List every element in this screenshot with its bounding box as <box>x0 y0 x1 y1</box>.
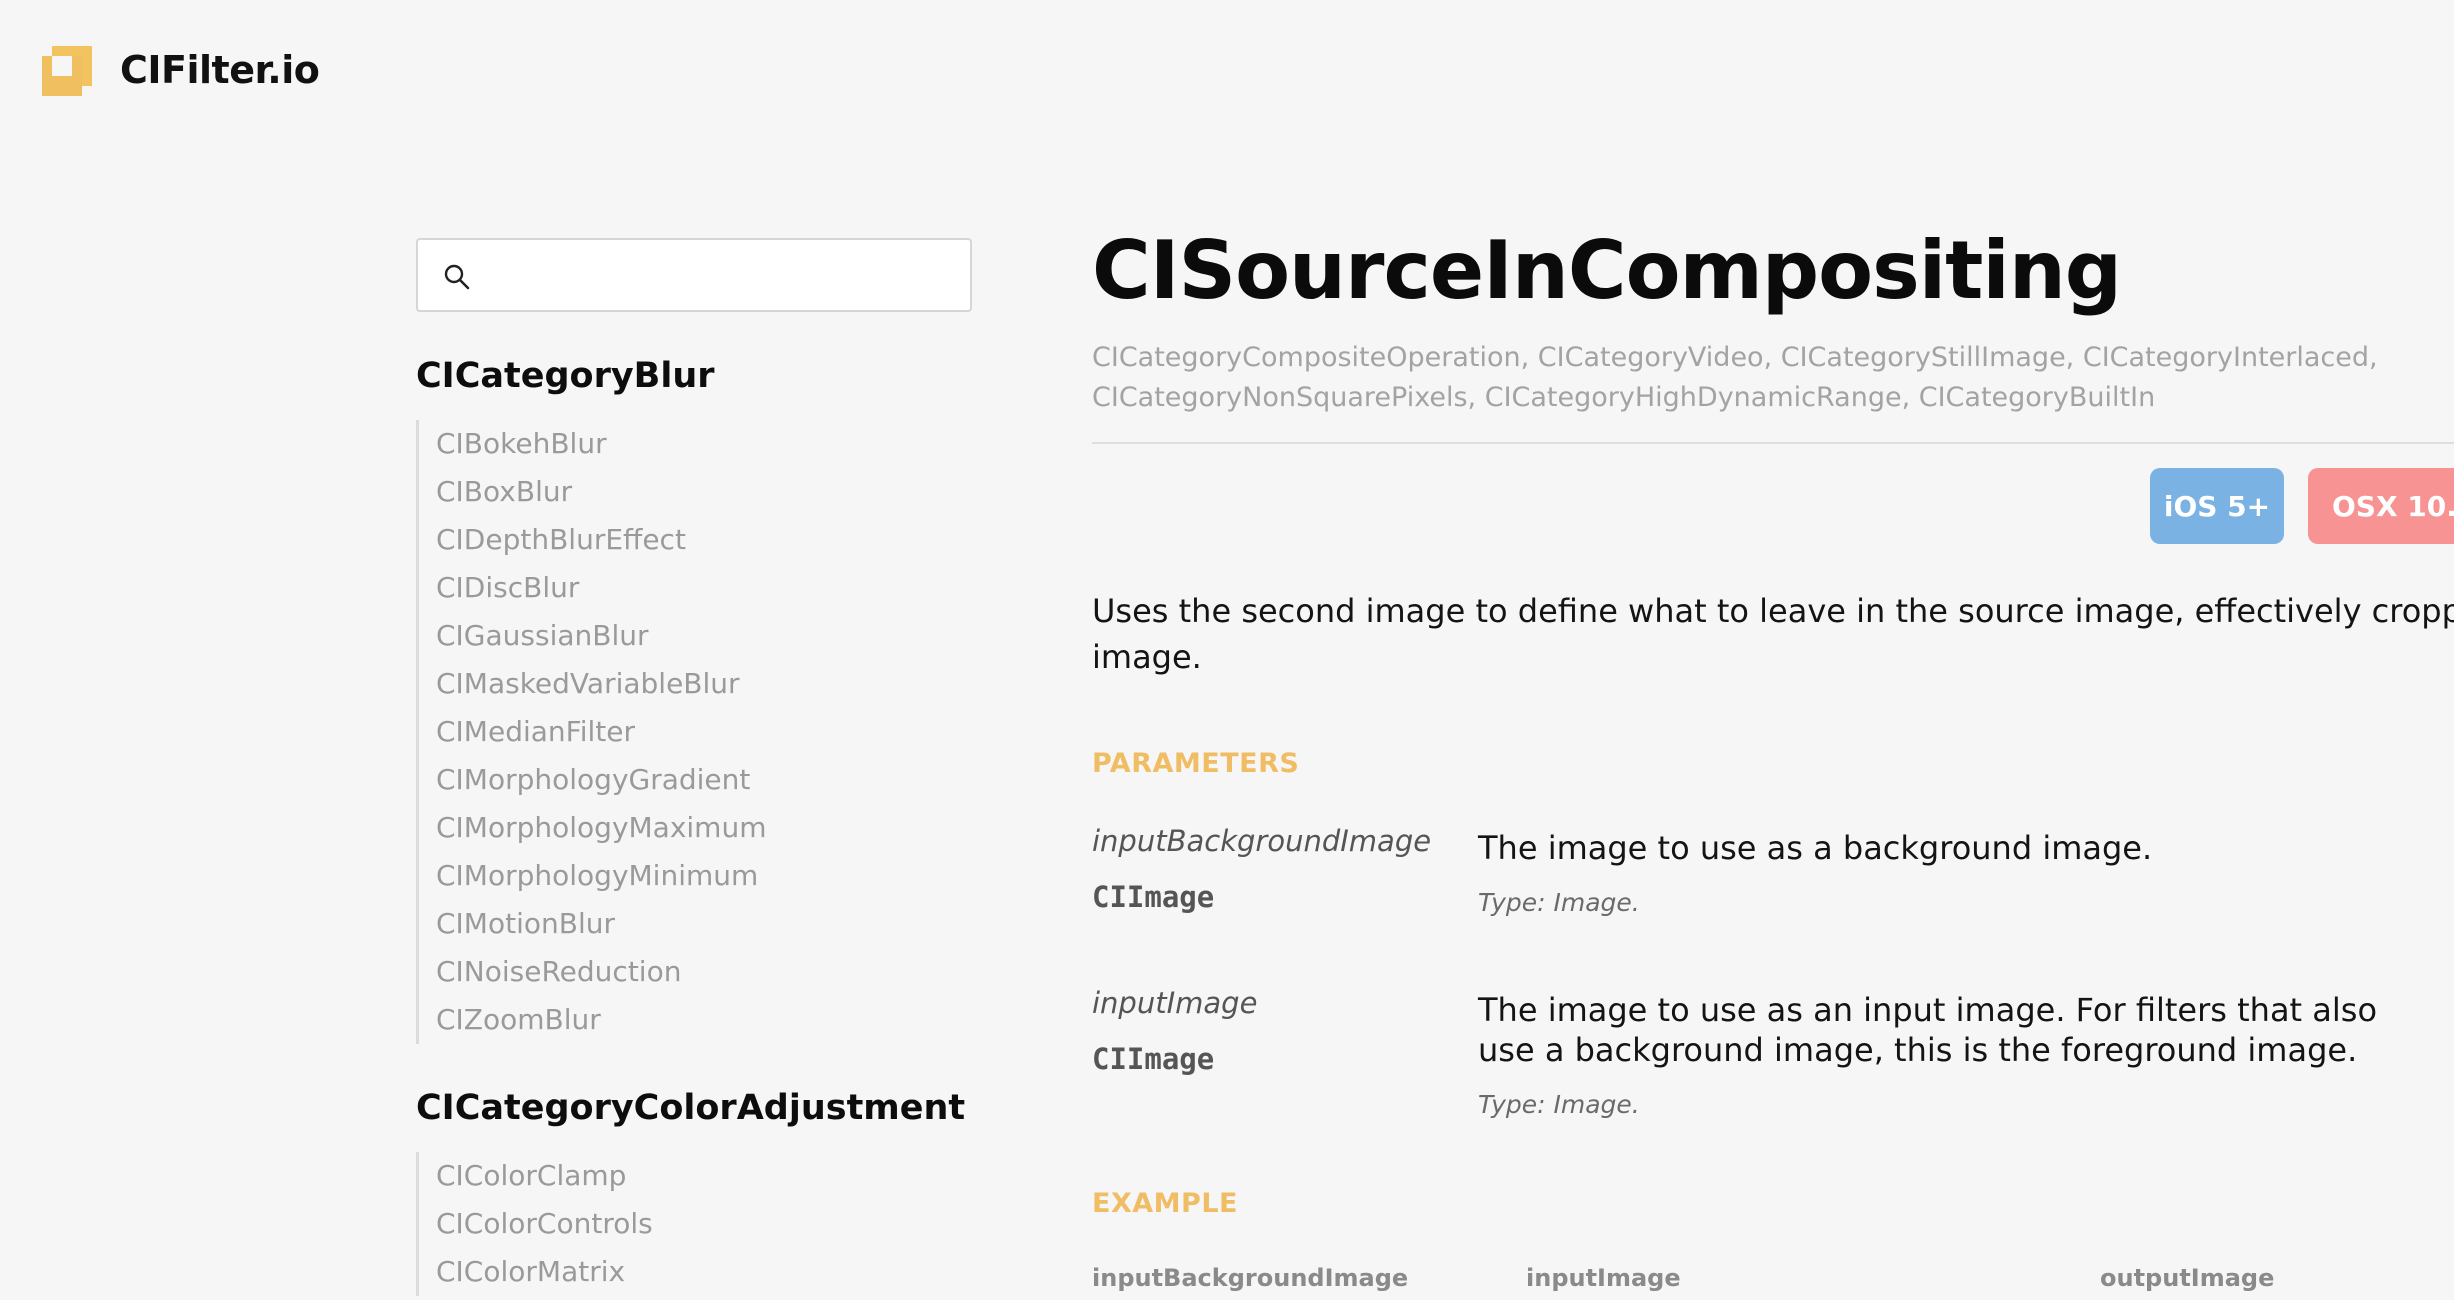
category-title-blur[interactable]: CICategoryBlur <box>416 356 715 396</box>
sidebar-item-color-clamp[interactable]: CIColorClamp <box>436 1152 653 1200</box>
sidebar-item-box-blur[interactable]: CIBoxBlur <box>436 468 766 516</box>
param-type: CIImage <box>1092 880 1215 914</box>
filter-categories-line-1: CICategoryCompositeOperation, CICategory… <box>1092 342 2378 373</box>
sidebar-item-zoom-blur[interactable]: CIZoomBlur <box>436 996 766 1044</box>
filter-description-line-1: Uses the second image to define what to … <box>1092 592 2454 630</box>
sidebar-item-morphology-maximum[interactable]: CIMorphologyMaximum <box>436 804 766 852</box>
search-input[interactable] <box>416 238 972 312</box>
sidebar-item-morphology-gradient[interactable]: CIMorphologyGradient <box>436 756 766 804</box>
cifilter-logo-icon <box>42 46 94 96</box>
sidebar-item-masked-variable-blur[interactable]: CIMaskedVariableBlur <box>436 660 766 708</box>
osx-availability-badge: OSX 10.4 <box>2308 468 2454 544</box>
example-column-input-background-image: inputBackgroundImage <box>1092 1264 1409 1292</box>
filter-description: Uses the second image to define what to … <box>1092 588 2454 680</box>
example-heading: EXAMPLE <box>1092 1188 1238 1219</box>
param-type-note: Type: Image. <box>1478 1090 1640 1119</box>
filter-categories-line-2: CICategoryNonSquarePixels, CICategoryHig… <box>1092 382 2156 413</box>
category-list-color-adjustment: CIColorClamp CIColorControls CIColorMatr… <box>416 1152 653 1296</box>
param-description: The image to use as an input image. For … <box>1478 991 2378 1069</box>
example-column-output-image: outputImage <box>2100 1264 2275 1292</box>
sidebar-item-morphology-minimum[interactable]: CIMorphologyMinimum <box>436 852 766 900</box>
sidebar-item-disc-blur[interactable]: CIDiscBlur <box>436 564 766 612</box>
sidebar-item-color-controls[interactable]: CIColorControls <box>436 1200 653 1248</box>
search-icon <box>444 264 470 290</box>
sidebar-item-median-filter[interactable]: CIMedianFilter <box>436 708 766 756</box>
divider <box>1092 442 2454 444</box>
ios-availability-badge: iOS 5+ <box>2150 468 2284 544</box>
sidebar-item-depth-blur-effect[interactable]: CIDepthBlurEffect <box>436 516 766 564</box>
param-type: CIImage <box>1092 1042 1215 1076</box>
sidebar-item-noise-reduction[interactable]: CINoiseReduction <box>436 948 766 996</box>
sidebar-item-color-matrix[interactable]: CIColorMatrix <box>436 1248 653 1296</box>
category-list-blur: CIBokehBlur CIBoxBlur CIDepthBlurEffect … <box>416 420 766 1044</box>
param-type-note: Type: Image. <box>1478 888 1640 917</box>
sidebar-item-gaussian-blur[interactable]: CIGaussianBlur <box>436 612 766 660</box>
param-name: inputImage <box>1092 986 1258 1020</box>
sidebar-item-bokeh-blur[interactable]: CIBokehBlur <box>436 420 766 468</box>
filter-detail: CISourceInCompositing CICategoryComposit… <box>1092 0 2454 1300</box>
logo-text: CIFilter.io <box>120 48 320 92</box>
page: CIFilter.io CICategoryBlur CIBokehBlur C… <box>0 0 2454 1300</box>
site-logo[interactable]: CIFilter.io <box>42 46 320 96</box>
filter-categories: CICategoryCompositeOperation, CICategory… <box>1092 338 2432 418</box>
example-column-input-image: inputImage <box>1526 1264 1681 1292</box>
filter-title: CISourceInCompositing <box>1092 224 2122 317</box>
category-title-color-adjustment[interactable]: CICategoryColorAdjustment <box>416 1088 965 1128</box>
param-description: The image to use as a background image. <box>1478 829 2153 867</box>
parameters-heading: PARAMETERS <box>1092 748 1300 779</box>
param-name: inputBackgroundImage <box>1092 824 1432 858</box>
sidebar-item-motion-blur[interactable]: CIMotionBlur <box>436 900 766 948</box>
filter-description-line-2: image. <box>1092 638 1202 676</box>
